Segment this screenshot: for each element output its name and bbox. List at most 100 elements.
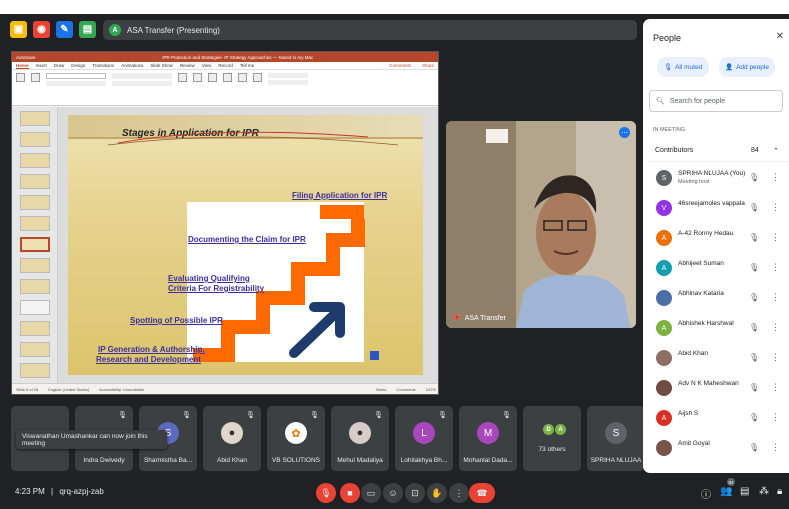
zoom-level[interactable]: 102% [426,387,436,392]
shapes-icon[interactable] [208,73,217,82]
slide-thumbnail-selected[interactable] [20,237,50,252]
shape-outline-row[interactable] [268,80,308,85]
font-format-row[interactable] [46,81,106,86]
ppt-comments-button[interactable]: Comments [389,63,415,68]
shape-fill-row[interactable] [268,73,308,78]
kebab-menu-icon[interactable]: ⋮ [771,202,780,213]
participant-row[interactable]: V 46sreejamoles vappala 🎙︎ ⋮ [649,195,789,225]
slide-thumbnail[interactable] [20,174,50,189]
info-icon[interactable]: ⓘ [701,486,711,501]
kebab-menu-icon[interactable]: ⋮ [771,442,780,453]
convert-smartart-icon[interactable] [178,73,187,82]
ppt-tab[interactable]: Tell me [240,63,254,68]
kebab-menu-icon[interactable]: ⋮ [771,382,780,393]
participant-row[interactable]: A Abhishek Harshwal 🎙︎ ⋮ [649,315,789,345]
slide-thumbnail[interactable] [20,195,50,210]
slide-thumbnail[interactable] [20,363,50,378]
ppt-tab[interactable]: Transitions [92,63,114,68]
ppt-tab[interactable]: Record [218,63,233,68]
participant-tile-others[interactable]: D A 73 others [523,406,581,471]
comments-status-button[interactable]: Comments [396,387,415,392]
people-search-input[interactable]: 🔍︎ Search for people [649,90,783,112]
ppt-tab[interactable]: Animations [121,63,143,68]
picture-icon[interactable] [193,73,202,82]
accessibility-status[interactable]: Accessibility: Unavailable [99,387,144,392]
autosave-label[interactable]: AutoSave [16,55,36,60]
pin-icon[interactable]: 📌 [452,314,461,322]
slide-thumbnail[interactable] [20,153,50,168]
kebab-menu-icon[interactable]: ⋮ [771,262,780,273]
ppt-tab[interactable]: Review [180,63,195,68]
participant-tile[interactable]: 🎙︎ ✿ VB SOLUTIONS [267,406,325,471]
notes-button[interactable]: Notes [376,387,386,392]
leave-call-button[interactable]: ☎ [469,483,495,503]
arrange-icon[interactable] [238,73,247,82]
kebab-menu-icon[interactable]: ⋮ [771,352,780,363]
kebab-menu-icon[interactable]: ⋮ [771,412,780,423]
paste-icon[interactable] [16,73,25,82]
app-icon-4[interactable]: ▤ [79,21,96,38]
participant-row[interactable]: Abhinav Kataria 🎙︎ ⋮ [649,285,789,315]
slide-thumbnail[interactable] [20,342,50,357]
present-button[interactable]: ⊡ [405,483,425,503]
ppt-tab[interactable]: Slide Show [150,63,173,68]
participant-tile[interactable]: 🎙︎ ● Mehul Madaliya [331,406,389,471]
slide-thumbnail[interactable] [20,216,50,231]
slide-thumbnail[interactable] [20,300,50,315]
speaker-video-tile[interactable]: ⋯ 📌 ASA Transfer [446,121,636,328]
slide-thumbnail[interactable] [20,132,50,147]
emoji-button[interactable]: ☺ [383,483,403,503]
textbox-icon[interactable] [223,73,232,82]
camera-toggle-button[interactable]: ■ [340,483,360,503]
lock-icon[interactable]: 🔒︎ [777,486,782,497]
activities-icon[interactable]: ⁂ [759,486,769,497]
presenting-bar[interactable]: A ASA Transfer (Presenting) [103,20,637,40]
ppt-tab[interactable]: Design [71,63,85,68]
participant-tile-self[interactable]: S SPRIHA NLUJAA [587,406,645,471]
participant-row[interactable]: A A-42 Ronny Hedau 🎙︎ ⋮ [649,225,789,255]
people-icon[interactable]: 👥 [720,486,732,497]
kebab-menu-icon[interactable]: ⋮ [771,232,780,243]
participant-row[interactable]: A Aijsh S 🎙︎ ⋮ [649,405,789,435]
chevron-up-icon[interactable]: ⌃ [773,147,779,155]
kebab-menu-icon[interactable]: ⋮ [771,172,780,183]
contributors-header[interactable]: Contributors 84 ⌃ [649,140,789,162]
ppt-share-button[interactable]: Share [422,63,438,68]
font-select[interactable] [46,73,106,79]
close-icon[interactable]: ✕ [776,31,784,42]
kebab-menu-icon[interactable]: ⋮ [771,322,780,333]
kebab-menu-icon[interactable]: ⋮ [771,292,780,303]
ppt-tab[interactable]: Draw [54,63,65,68]
slide-thumbnail[interactable] [20,111,50,126]
participant-tile[interactable]: 🎙︎ M Mohanlal Dada... [459,406,517,471]
raise-hand-button[interactable]: ✋ [427,483,447,503]
chat-icon[interactable]: ▤ [740,486,749,497]
participant-row[interactable]: Abid Khan 🎙︎ ⋮ [649,345,789,375]
more-options-button[interactable]: ⋮ [449,483,469,503]
ppt-tab[interactable]: Insert [36,63,47,68]
participant-row[interactable]: S SPRIHA NLUJAA (You) Meeting host 🎙︎ ⋮ [649,165,789,195]
current-slide[interactable]: Stages in Application for IPR Filing App… [68,115,423,375]
participant-tile[interactable]: 🎙︎ ● Abid Khan [203,406,261,471]
participant-row[interactable]: Amit Goyal 🎙︎ ⋮ [649,435,789,465]
new-slide-icon[interactable] [31,73,40,82]
paragraph-row[interactable] [112,73,172,79]
all-muted-button[interactable]: 🎙︎ All muted [657,57,709,77]
quick-styles-icon[interactable] [253,73,262,82]
participant-tile[interactable]: 🎙︎ L Lohitakhya Bh... [395,406,453,471]
tile-options-icon[interactable]: ⋯ [619,127,630,138]
participant-row[interactable]: Adv N K Maheshwari 🎙︎ ⋮ [649,375,789,405]
app-icon-1[interactable]: ▣ [10,21,27,38]
app-icon-3[interactable]: ✎ [56,21,73,38]
ppt-tab[interactable]: Home [16,63,29,69]
paragraph-row-2[interactable] [112,81,172,86]
language-status[interactable]: English (United States) [48,387,89,392]
add-people-button[interactable]: 👤 Add people [719,57,775,77]
slide-thumbnail[interactable] [20,258,50,273]
mic-toggle-button[interactable]: 🎙︎ [316,483,336,503]
ppt-tab[interactable]: View [202,63,212,68]
slide-thumbnail[interactable] [20,321,50,336]
app-icon-2[interactable]: ◉ [33,21,50,38]
slide-thumbnail[interactable] [20,279,50,294]
captions-button[interactable]: ▭ [361,483,381,503]
